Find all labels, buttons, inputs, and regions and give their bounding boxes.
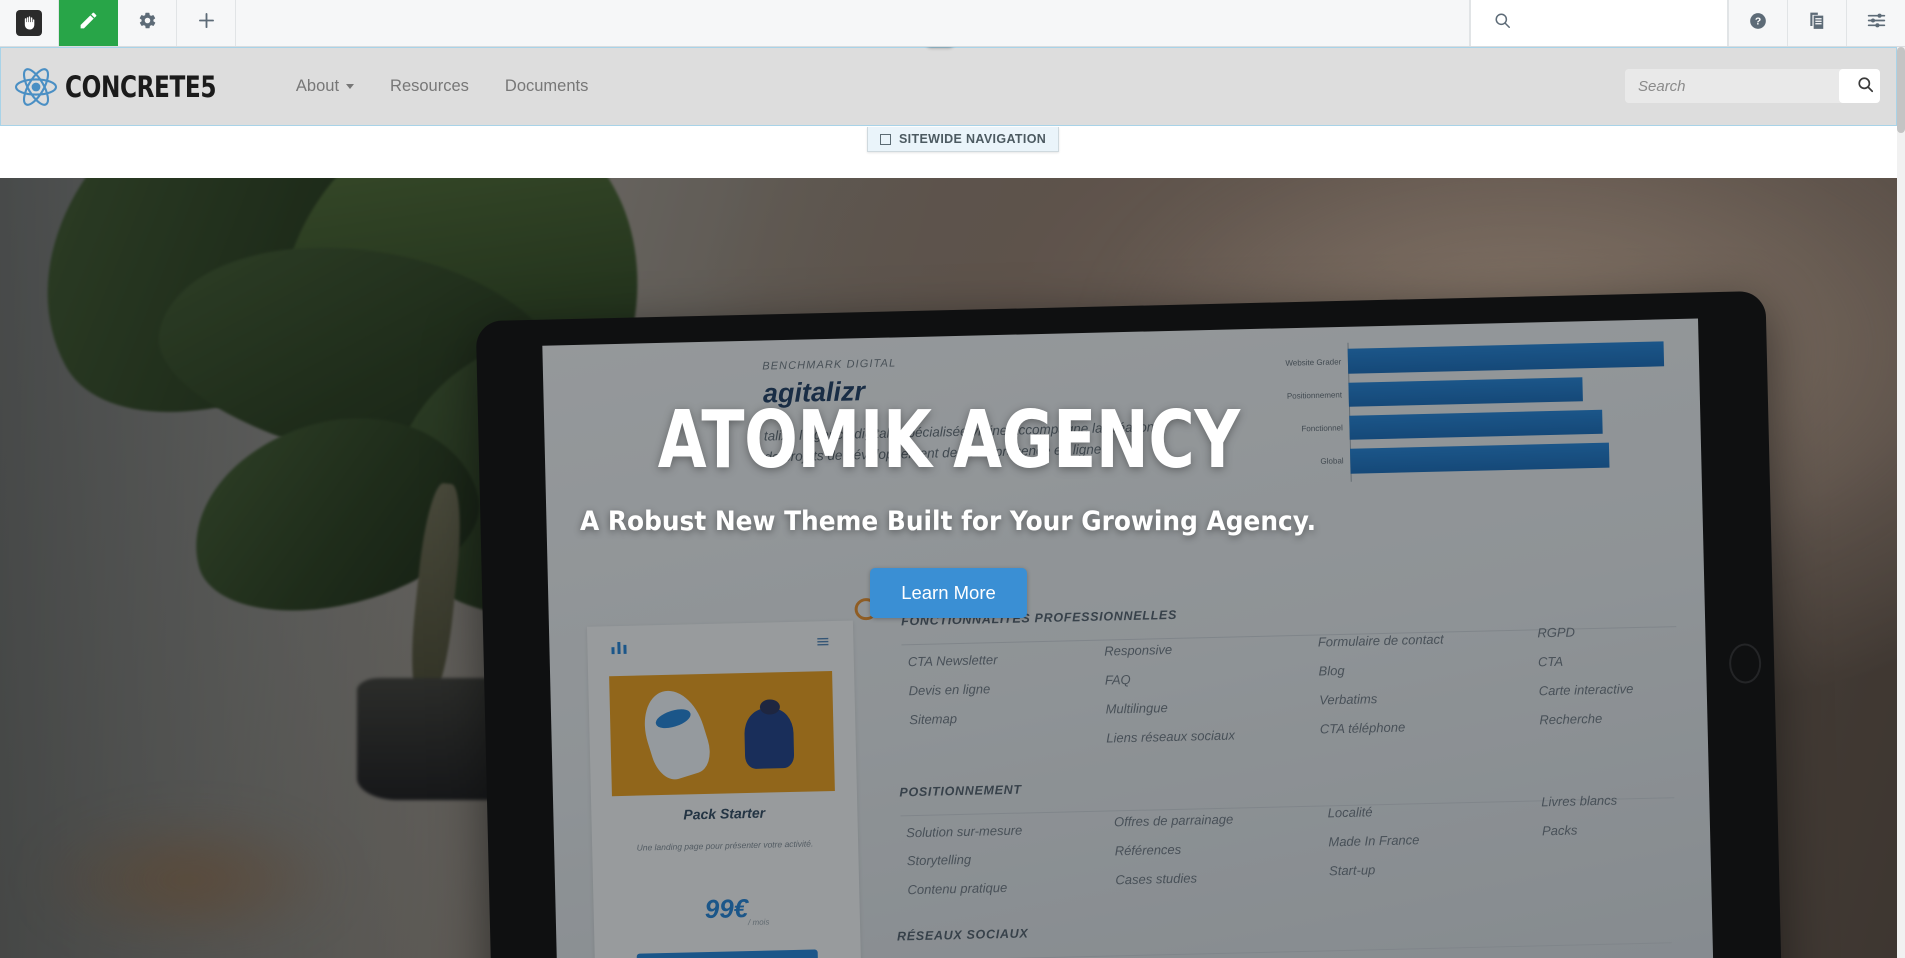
search-icon xyxy=(1856,75,1875,97)
copy-document-icon xyxy=(1807,11,1827,36)
area-label-sitewide-navigation[interactable]: SITEWIDE NAVIGATION xyxy=(867,127,1060,152)
add-content-button[interactable] xyxy=(177,0,236,46)
main-navigation: About Resources Documents xyxy=(278,69,606,104)
search-icon xyxy=(1493,11,1512,35)
chevron-down-icon xyxy=(346,84,355,89)
settings-button[interactable] xyxy=(118,0,177,46)
sliders-icon xyxy=(1866,10,1887,36)
plus-icon xyxy=(196,10,217,36)
brand-logo[interactable]: CONCRETE5 xyxy=(13,67,254,107)
admin-toolbar: ? xyxy=(0,0,1905,47)
nav-item-about[interactable]: About xyxy=(278,69,372,104)
hand-icon xyxy=(16,10,42,36)
nav-item-documents[interactable]: Documents xyxy=(487,69,606,104)
learn-more-button[interactable]: Learn More xyxy=(870,568,1027,618)
svg-text:?: ? xyxy=(1755,16,1761,27)
clipboard-button[interactable] xyxy=(1787,0,1846,46)
gear-icon xyxy=(138,11,157,35)
hero-content: ATOMIK AGENCY A Robust New Theme Built f… xyxy=(0,178,1897,958)
nav-item-label: Resources xyxy=(390,77,469,95)
nav-item-label: Documents xyxy=(504,77,589,95)
page-scrollbar[interactable] xyxy=(1897,47,1905,958)
pencil-icon xyxy=(78,10,99,36)
toolbar-spacer xyxy=(236,0,1470,46)
search-input[interactable] xyxy=(1625,69,1839,103)
site-header-region[interactable]: CONCRETE5 About Resources Documents xyxy=(0,47,1897,126)
toolbar-search-field[interactable] xyxy=(1470,0,1728,46)
nav-item-resources[interactable]: Resources xyxy=(372,69,487,104)
atom-icon xyxy=(13,67,59,107)
area-label-text: SITEWIDE NAVIGATION xyxy=(899,132,1047,146)
hero-subtitle: A Robust New Theme Built for Your Growin… xyxy=(580,506,1317,537)
hero-banner: BENCHMARK DIGITAL agitalizr talizr, l'Ag… xyxy=(0,178,1897,958)
sitemap-hand-button[interactable] xyxy=(0,0,59,46)
header-search xyxy=(1625,69,1880,103)
help-circle-icon: ? xyxy=(1748,11,1768,36)
preferences-button[interactable] xyxy=(1846,0,1905,46)
hero-title: ATOMIK AGENCY xyxy=(657,394,1240,486)
search-submit-button[interactable] xyxy=(1839,69,1880,103)
brand-name: CONCRETE5 xyxy=(65,69,217,104)
edit-mode-button[interactable] xyxy=(59,0,118,46)
help-button[interactable]: ? xyxy=(1728,0,1787,46)
nav-item-label: About xyxy=(295,77,340,95)
site-header: CONCRETE5 About Resources Documents xyxy=(1,48,1896,125)
scrollbar-thumb[interactable] xyxy=(1897,47,1905,133)
checkbox-empty-icon xyxy=(880,133,891,145)
